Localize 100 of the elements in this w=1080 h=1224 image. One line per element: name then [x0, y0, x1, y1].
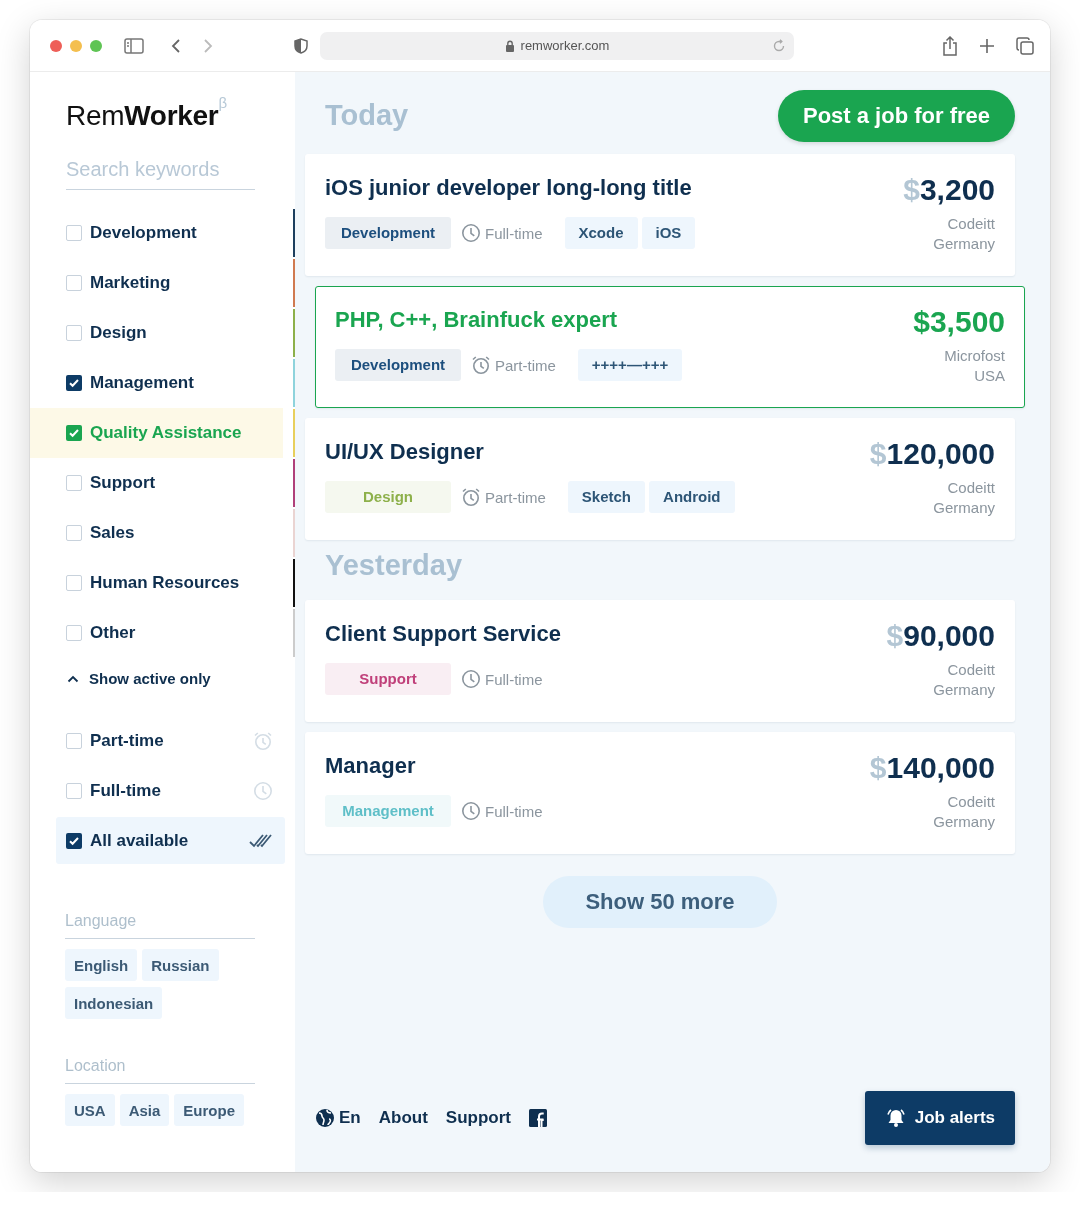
forward-icon[interactable]: [202, 37, 214, 54]
schedule-label: Full-time: [485, 802, 543, 820]
alarm-clock-icon: [253, 730, 273, 751]
company-name: Microfost: [944, 346, 1005, 366]
job-card[interactable]: iOS junior developer long-long title Development Full-time Xcode iOS $3,200 Codeitt Germany: [305, 154, 1015, 276]
job-title: UI/UX Designer: [325, 438, 485, 466]
job-title: Client Support Service: [325, 620, 562, 648]
location-option[interactable]: USA: [65, 1094, 115, 1126]
shield-icon[interactable]: [294, 37, 308, 54]
sidebar-toggle-icon[interactable]: [124, 37, 144, 54]
checkbox[interactable]: [66, 225, 82, 241]
category-tag: Design: [325, 481, 451, 513]
language-option[interactable]: Russian: [142, 949, 219, 981]
country: Germany: [933, 680, 995, 700]
salary: $120,000: [869, 438, 995, 470]
country: Germany: [933, 498, 995, 518]
skill-tag: Xcode: [564, 217, 638, 249]
new-tab-icon[interactable]: [980, 38, 994, 53]
skill-tag: ++++—+++: [577, 349, 683, 381]
category-filter[interactable]: Management: [30, 358, 293, 408]
globe-icon: [315, 1108, 335, 1128]
salary: $3,200: [903, 174, 995, 206]
alarm-clock-icon: [461, 487, 481, 507]
location-option[interactable]: Asia: [119, 1094, 170, 1126]
company-name: Codeitt: [947, 214, 995, 234]
filter-heading: Language: [65, 912, 255, 939]
checkbox[interactable]: [66, 625, 82, 641]
category-filter[interactable]: Human Resources: [30, 558, 293, 608]
job-type-filter[interactable]: Part-time: [56, 717, 285, 764]
back-icon[interactable]: [170, 37, 182, 54]
clock-icon: [461, 223, 481, 243]
job-title: Manager: [325, 752, 417, 780]
facebook-icon[interactable]: [529, 1109, 547, 1127]
category-filter[interactable]: Support: [30, 458, 293, 508]
country: Germany: [933, 812, 995, 832]
footer-link[interactable]: About: [378, 1108, 428, 1128]
checkbox[interactable]: [66, 575, 82, 591]
close-window-button[interactable]: [50, 39, 62, 52]
section-heading: Today: [324, 99, 409, 132]
filter-heading: Location: [65, 1057, 255, 1084]
checkbox[interactable]: [66, 375, 82, 391]
category-filter[interactable]: Sales: [30, 508, 293, 558]
language-option[interactable]: Indonesian: [65, 987, 163, 1019]
category-tag: Development: [325, 217, 451, 249]
tabs-overview-icon[interactable]: [1016, 36, 1034, 55]
category-tag: Support: [325, 663, 451, 695]
location-option[interactable]: Europe: [174, 1094, 245, 1126]
salary: $90,000: [886, 620, 995, 652]
category-filter[interactable]: Design: [30, 308, 293, 358]
category-tag: Management: [325, 795, 451, 827]
reload-icon[interactable]: [772, 38, 786, 53]
category-filter[interactable]: Marketing: [30, 258, 293, 308]
salary: $140,000: [869, 752, 995, 784]
country: USA: [974, 366, 1005, 386]
language-option[interactable]: English: [65, 949, 138, 981]
schedule-label: Part-time: [495, 356, 556, 374]
checkbox[interactable]: [66, 425, 82, 441]
schedule-label: Part-time: [485, 488, 546, 506]
minimize-window-button[interactable]: [70, 39, 82, 52]
job-card[interactable]: UI/UX Designer Design Part-time Sketch Android $120,000 Codeitt Germany: [305, 418, 1015, 540]
skill-tag: Sketch: [567, 481, 646, 513]
checkbox[interactable]: [66, 525, 82, 541]
job-title: PHP, C++, Brainfuck expert: [335, 306, 619, 334]
job-card[interactable]: Manager Management Full-time $140,000 Codeitt Germany: [305, 732, 1015, 854]
footer-link[interactable]: Support: [445, 1108, 511, 1128]
salary: $3,500: [913, 306, 1005, 338]
category-tag: Development: [335, 349, 461, 381]
checkbox[interactable]: [66, 325, 82, 341]
maximize-window-button[interactable]: [90, 39, 102, 52]
alarm-clock-icon: [471, 355, 491, 375]
clock-icon: [461, 801, 481, 821]
schedule-label: Full-time: [485, 224, 543, 242]
checkbox[interactable]: [66, 832, 82, 849]
job-title: iOS junior developer long-long title: [325, 174, 693, 202]
checkbox[interactable]: [66, 475, 82, 491]
company-name: Codeitt: [947, 660, 995, 680]
category-filter[interactable]: Other: [30, 608, 293, 658]
skill-tag: iOS: [641, 217, 696, 249]
search-field[interactable]: Search keywords: [66, 154, 255, 190]
checkbox[interactable]: [66, 782, 82, 799]
job-card[interactable]: Client Support Service Support Full-time $90,000 Codeitt Germany: [305, 600, 1015, 722]
chevron-up-icon: [67, 674, 79, 683]
show-active-toggle[interactable]: Show active only: [67, 670, 211, 687]
company-name: Codeitt: [947, 792, 995, 812]
checkbox[interactable]: [66, 275, 82, 291]
job-card[interactable]: PHP, C++, Brainfuck expert Development Part-time ++++—+++ $3,500 Microfost USA: [315, 286, 1025, 408]
language-link[interactable]: En: [315, 1108, 361, 1128]
schedule-label: Full-time: [485, 670, 543, 688]
address-bar[interactable]: remworker.com: [320, 31, 794, 60]
lock-icon: [504, 39, 515, 52]
job-type-filter[interactable]: All available: [56, 817, 285, 864]
company-name: Codeitt: [947, 478, 995, 498]
clock-icon: [253, 780, 273, 801]
url-text: remworker.com: [520, 38, 610, 53]
checkbox[interactable]: [66, 732, 82, 749]
show-more-button[interactable]: Show 50 more: [543, 876, 777, 928]
job-alerts-button[interactable]: Job alerts: [864, 1091, 1015, 1145]
job-type-filter[interactable]: Full-time: [56, 767, 285, 814]
share-icon[interactable]: [942, 35, 958, 56]
category-filter[interactable]: Development: [30, 208, 293, 258]
